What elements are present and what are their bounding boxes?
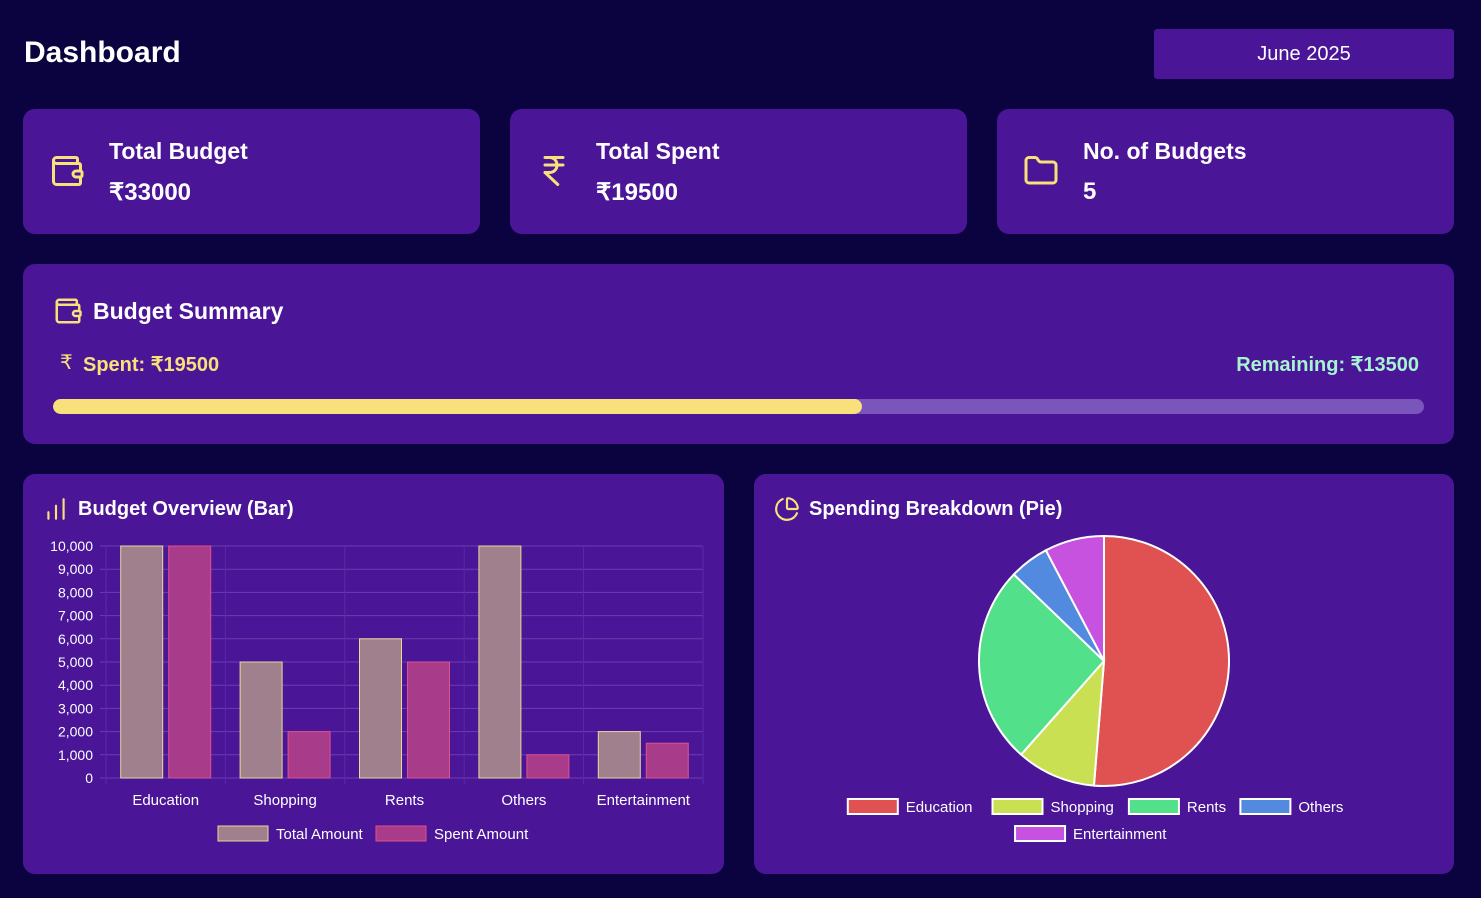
y-tick-label: 6,000: [58, 631, 93, 647]
legend-swatch[interactable]: [846, 798, 899, 815]
pie-slice-education[interactable]: [1092, 534, 1230, 787]
budget-summary-card: Budget Summary ₹ Spent: ₹19500 Remaining…: [23, 264, 1454, 444]
bar-chart-card: Budget Overview (Bar) 0 1,000 2,000 3,000 4,…: [23, 474, 724, 874]
y-tick-label: 5,000: [58, 654, 93, 670]
bar-spent-amount[interactable]: [287, 731, 331, 779]
stat-label: Total Budget: [109, 138, 248, 164]
y-tick-label: 9,000: [58, 561, 93, 577]
x-tick-label: Entertainment: [597, 792, 691, 809]
bar-spent-amount[interactable]: [168, 545, 212, 779]
legend-swatch[interactable]: [991, 798, 1044, 815]
wallet-icon: [55, 298, 82, 324]
legend-label[interactable]: Entertainment: [1073, 826, 1167, 843]
y-tick-label: 4,000: [58, 677, 93, 693]
budget-count-card: No. of Budgets 5: [997, 109, 1454, 234]
month-selector-button[interactable]: June 2025: [1154, 29, 1454, 79]
legend-swatch[interactable]: [375, 825, 427, 842]
legend-swatch[interactable]: [1127, 798, 1180, 815]
stat-label: No. of Budgets: [1083, 138, 1247, 164]
legend-label[interactable]: Education: [906, 799, 973, 816]
y-tick-label: 3,000: [58, 700, 93, 716]
bar-spent-amount[interactable]: [407, 661, 450, 779]
x-tick-label: Shopping: [253, 792, 316, 809]
spent-amount: Spent: ₹19500: [83, 354, 220, 376]
folder-icon: [1024, 156, 1058, 185]
y-tick-label: 7,000: [58, 608, 93, 624]
y-tick-label: 0: [85, 770, 93, 786]
bar-total-amount[interactable]: [597, 731, 641, 779]
legend-label[interactable]: Rents: [1187, 799, 1226, 816]
y-tick-label: 8,000: [58, 584, 93, 600]
y-tick-label: 10,000: [50, 538, 93, 554]
x-tick-label: Rents: [385, 792, 424, 809]
bar-total-amount[interactable]: [359, 638, 402, 779]
page-title: Dashboard: [24, 36, 181, 69]
x-tick-label: Education: [132, 792, 199, 809]
pie-chart-card: Spending Breakdown (Pie) Education Shoppi…: [754, 474, 1454, 874]
remaining-amount: Remaining: ₹13500: [1236, 354, 1419, 376]
legend-label[interactable]: Spent Amount: [434, 826, 529, 843]
budget-progress-bar: [53, 399, 1424, 414]
total-budget-card: Total Budget ₹33000: [23, 109, 480, 234]
bar-spent-amount[interactable]: [526, 754, 570, 779]
y-tick-label: 2,000: [58, 724, 93, 740]
legend-swatch[interactable]: [1014, 825, 1067, 842]
bar-total-amount[interactable]: [120, 545, 164, 779]
bar-chart: 0 1,000 2,000 3,000 4,000 5,000 6,000 7,000 8,00…: [50, 538, 704, 843]
pie-chart: Education Shopping Rents Others Entertainmen…: [846, 534, 1343, 843]
stat-label: Total Spent: [596, 138, 720, 164]
rupee-icon: ₹: [60, 352, 73, 374]
y-tick-label: 1,000: [58, 747, 93, 763]
budget-progress-fill: [53, 399, 862, 414]
legend-label[interactable]: Shopping: [1051, 799, 1114, 816]
bar-total-amount[interactable]: [239, 661, 283, 779]
legend-swatch[interactable]: [217, 825, 269, 842]
legend-label[interactable]: Others: [1298, 799, 1343, 816]
x-tick-label: Others: [501, 792, 546, 809]
stat-value: ₹33000: [109, 179, 192, 206]
budget-summary-title: Budget Summary: [93, 298, 284, 324]
stat-value: 5: [1083, 178, 1097, 205]
total-spent-card: Total Spent ₹19500: [510, 109, 967, 234]
rupee-icon: [543, 156, 565, 186]
legend-label[interactable]: Total Amount: [276, 826, 364, 843]
legend-swatch[interactable]: [1239, 798, 1292, 815]
wallet-icon: [52, 156, 84, 186]
bar-spent-amount[interactable]: [645, 742, 689, 779]
stat-value: ₹19500: [596, 179, 679, 206]
bar-total-amount[interactable]: [478, 545, 522, 779]
